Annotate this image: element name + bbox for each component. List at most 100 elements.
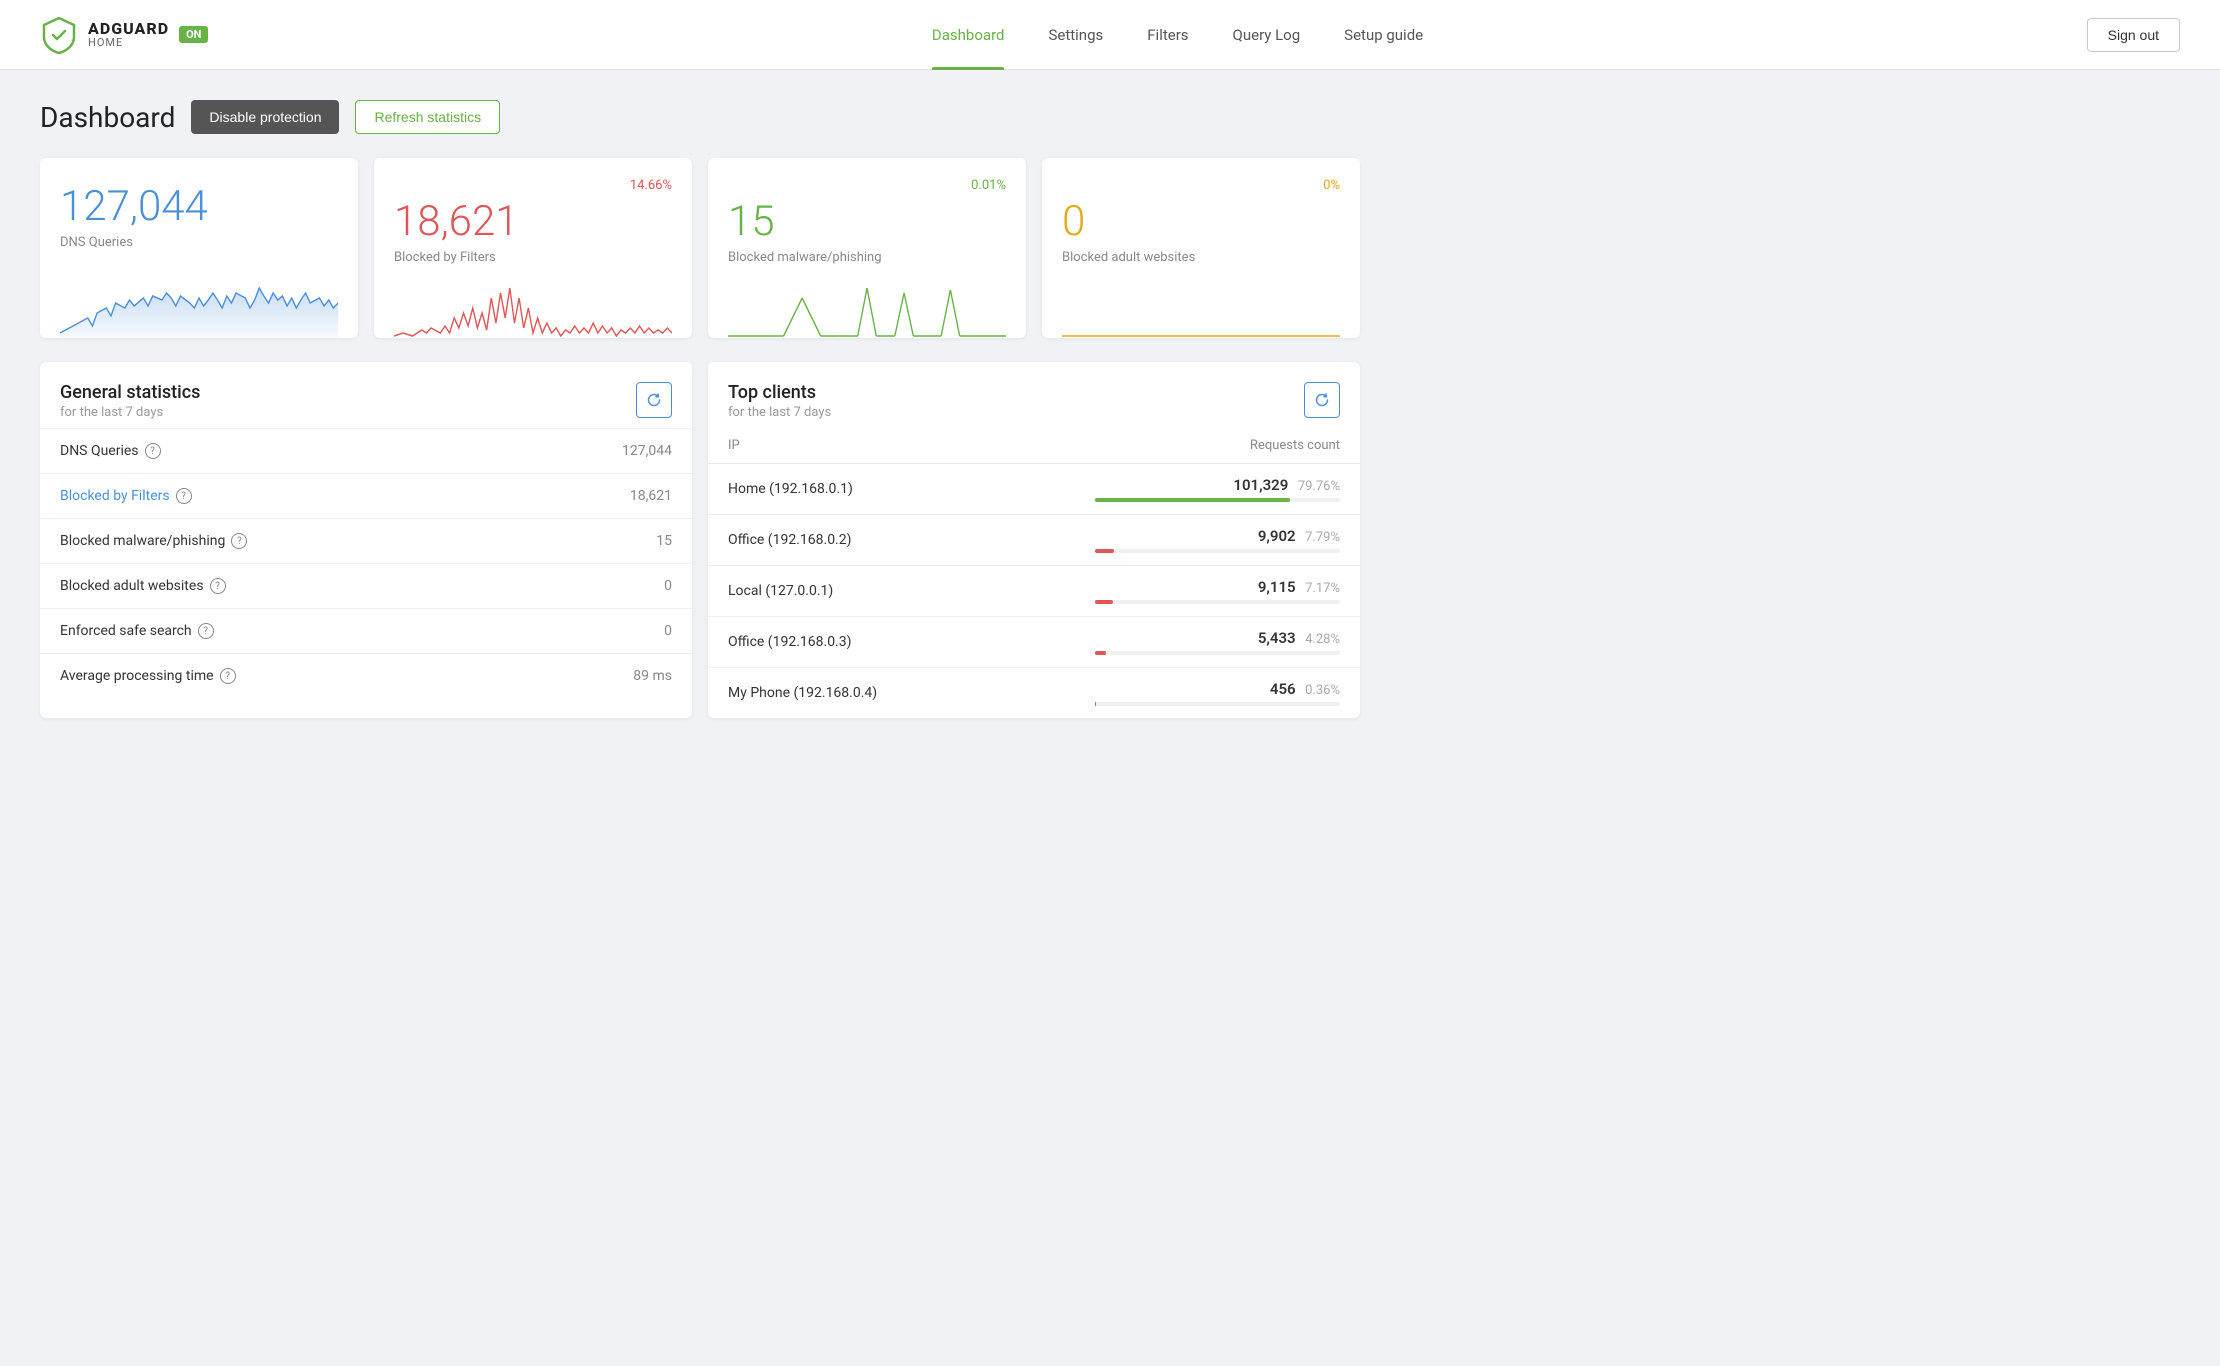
- top-clients-header: Top clients for the last 7 days: [708, 362, 1360, 428]
- blocked-malware-card: 0.01% 15 Blocked malware/phishing: [708, 158, 1026, 338]
- blocked-malware-row-value: 15: [507, 519, 692, 564]
- client-count-cell: 5,433 4.28%: [1075, 617, 1360, 668]
- table-row: Average processing time? 89 ms: [40, 654, 692, 699]
- blocked-adult-number: 0: [1062, 197, 1340, 246]
- dns-queries-chart: [60, 262, 338, 338]
- top-clients-title-block: Top clients for the last 7 days: [728, 382, 831, 420]
- adguard-logo-icon: [40, 16, 78, 54]
- blocked-malware-row-label: Blocked malware/phishing?: [60, 533, 487, 549]
- blocked-filters-number: 18,621: [394, 197, 672, 246]
- blocked-adult-header: 0%: [1062, 178, 1340, 193]
- logo-text: ADGUARD HOME: [88, 20, 169, 50]
- dns-queries-row-value: 127,044: [507, 429, 692, 474]
- client-bar-wrap: [1095, 549, 1340, 553]
- logo-adguard: ADGUARD: [88, 20, 169, 38]
- blocked-adult-row-value: 0: [507, 564, 692, 609]
- client-count-row: 5,433 4.28%: [1095, 629, 1340, 647]
- general-stats-refresh-button[interactable]: [636, 382, 672, 418]
- client-name: My Phone (192.168.0.4): [728, 685, 1055, 701]
- table-row: Blocked malware/phishing? 15: [40, 519, 692, 564]
- nav-dashboard[interactable]: Dashboard: [910, 0, 1027, 70]
- top-clients-refresh-button[interactable]: [1304, 382, 1340, 418]
- client-bar-wrap: [1095, 651, 1340, 655]
- table-row: Blocked adult websites? 0: [40, 564, 692, 609]
- dns-queries-help-icon[interactable]: ?: [145, 443, 161, 459]
- general-stats-panel: General statistics for the last 7 days D…: [40, 362, 692, 718]
- top-clients-panel: Top clients for the last 7 days IP Reque…: [708, 362, 1360, 718]
- ip-column-header: IP: [708, 428, 1075, 464]
- dns-queries-card: 127,044 DNS Queries: [40, 158, 358, 338]
- client-pct: 0.36%: [1305, 683, 1340, 698]
- blocked-malware-number: 15: [728, 197, 1006, 246]
- blocked-filters-row-value: 18,621: [507, 474, 692, 519]
- nav-filters[interactable]: Filters: [1125, 0, 1210, 70]
- table-row: Blocked by Filters? 18,621: [40, 474, 692, 519]
- blocked-malware-label: Blocked malware/phishing: [728, 250, 1006, 265]
- refresh-statistics-button[interactable]: Refresh statistics: [355, 100, 500, 134]
- general-stats-title: General statistics: [60, 382, 200, 403]
- general-stats-header: General statistics for the last 7 days: [40, 362, 692, 428]
- blocked-filters-label: Blocked by Filters: [394, 250, 672, 265]
- bottom-row: General statistics for the last 7 days D…: [40, 362, 1360, 718]
- logo-on-badge: ON: [179, 26, 208, 43]
- blocked-filters-chart: [394, 277, 672, 338]
- client-count: 9,115: [1258, 578, 1296, 596]
- list-item: Home (192.168.0.1) 101,329 79.76%: [708, 464, 1360, 515]
- table-row: Enforced safe search? 0: [40, 609, 692, 654]
- blocked-adult-row-label: Blocked adult websites?: [60, 578, 487, 594]
- top-clients-subtitle: for the last 7 days: [728, 405, 831, 420]
- blocked-malware-help-icon[interactable]: ?: [231, 533, 247, 549]
- blocked-filters-percent: 14.66%: [630, 178, 672, 193]
- client-name: Local (127.0.0.1): [728, 583, 1055, 599]
- nav-setup-guide[interactable]: Setup guide: [1322, 0, 1445, 70]
- nav-settings[interactable]: Settings: [1026, 0, 1125, 70]
- table-row: DNS Queries? 127,044: [40, 429, 692, 474]
- blocked-malware-percent: 0.01%: [971, 178, 1006, 193]
- client-pct: 7.79%: [1305, 530, 1340, 545]
- client-count: 456: [1270, 680, 1296, 698]
- client-count-row: 9,902 7.79%: [1095, 527, 1340, 545]
- nav-query-log[interactable]: Query Log: [1211, 0, 1323, 70]
- header: ADGUARD HOME ON Dashboard Settings Filte…: [0, 0, 2220, 70]
- page-title-row: Dashboard Disable protection Refresh sta…: [40, 100, 1360, 134]
- avg-processing-row-label: Average processing time?: [60, 668, 487, 684]
- blocked-filters-help-icon[interactable]: ?: [176, 488, 192, 504]
- blocked-filters-card: 14.66% 18,621 Blocked by Filters: [374, 158, 692, 338]
- list-item: My Phone (192.168.0.4) 456 0.36%: [708, 668, 1360, 719]
- blocked-adult-label: Blocked adult websites: [1062, 250, 1340, 265]
- client-count: 5,433: [1258, 629, 1296, 647]
- refresh-icon: [1314, 392, 1330, 408]
- client-bar: [1095, 600, 1113, 604]
- page-title: Dashboard: [40, 101, 175, 134]
- general-stats-subtitle: for the last 7 days: [60, 405, 200, 420]
- client-name: Office (192.168.0.2): [728, 532, 1055, 548]
- client-bar: [1095, 651, 1105, 655]
- client-pct: 4.28%: [1305, 632, 1340, 647]
- client-count-cell: 9,115 7.17%: [1075, 566, 1360, 617]
- client-count-cell: 456 0.36%: [1075, 668, 1360, 719]
- avg-processing-row-value: 89 ms: [507, 654, 692, 699]
- client-bar: [1095, 549, 1114, 553]
- disable-protection-button[interactable]: Disable protection: [191, 100, 339, 134]
- logo-home: HOME: [88, 37, 169, 49]
- client-bar-wrap: [1095, 498, 1340, 502]
- top-clients-title: Top clients: [728, 382, 831, 403]
- client-count-cell: 101,329 79.76%: [1075, 464, 1360, 515]
- blocked-filters-row-label: Blocked by Filters?: [60, 488, 487, 504]
- dns-queries-number: 127,044: [60, 182, 338, 231]
- main-nav: Dashboard Settings Filters Query Log Set…: [268, 0, 2086, 70]
- client-name: Home (192.168.0.1): [728, 481, 1055, 497]
- safe-search-row-label: Enforced safe search?: [60, 623, 487, 639]
- sign-out-button[interactable]: Sign out: [2087, 18, 2180, 52]
- main-content: Dashboard Disable protection Refresh sta…: [0, 70, 1400, 748]
- blocked-adult-percent: 0%: [1323, 178, 1340, 193]
- blocked-malware-header: 0.01%: [728, 178, 1006, 193]
- blocked-adult-help-icon[interactable]: ?: [210, 578, 226, 594]
- client-count: 9,902: [1258, 527, 1296, 545]
- general-stats-table: DNS Queries? 127,044 Blocked by Filters?…: [40, 428, 692, 698]
- blocked-adult-card: 0% 0 Blocked adult websites: [1042, 158, 1360, 338]
- list-item: Office (192.168.0.2) 9,902 7.79%: [708, 515, 1360, 566]
- avg-processing-help-icon[interactable]: ?: [220, 668, 236, 684]
- safe-search-help-icon[interactable]: ?: [198, 623, 214, 639]
- client-pct: 79.76%: [1298, 479, 1340, 494]
